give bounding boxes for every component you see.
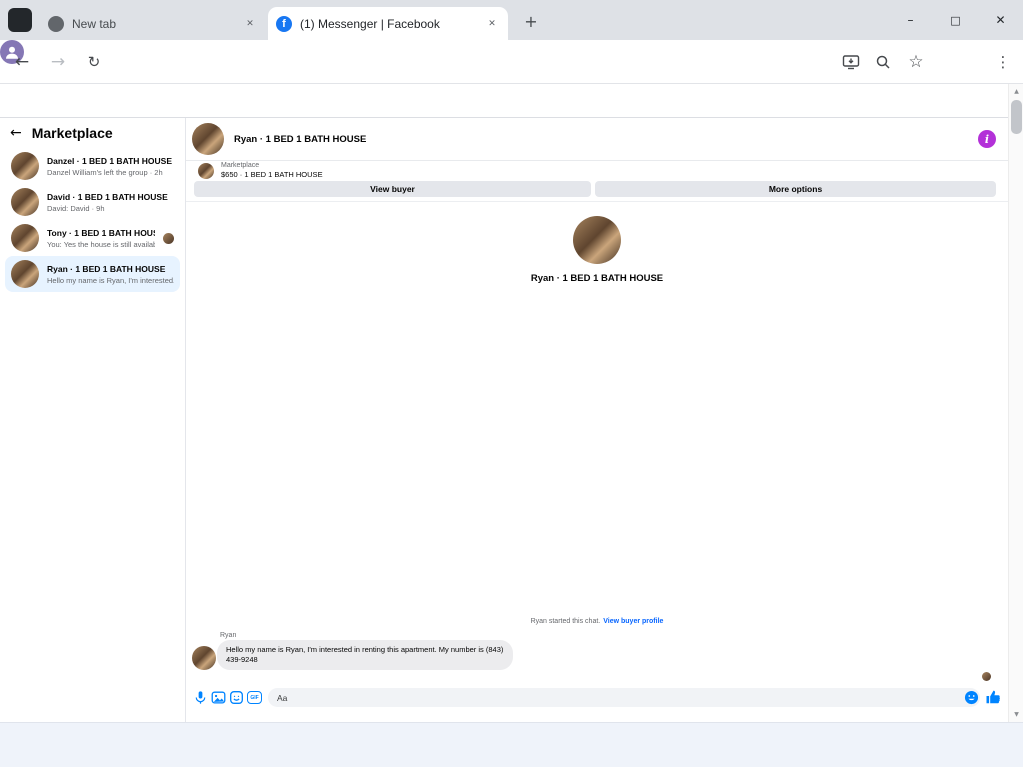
chat-name: Ryan · 1 BED 1 BATH HOUSE: [47, 263, 166, 274]
new-tab-button[interactable]: +: [520, 10, 542, 32]
scroll-up-arrow[interactable]: ▲: [1009, 84, 1023, 99]
chat-started-text: Ryan started this chat.: [530, 618, 601, 625]
composer-placeholder: Aa: [277, 692, 288, 703]
browser-tab-messenger[interactable]: f (1) Messenger | Facebook ✕: [268, 7, 508, 40]
bookmark-star-icon[interactable]: ☆: [906, 52, 926, 72]
conversation-info-icon[interactable]: i: [978, 130, 996, 148]
chat-avatar: [11, 260, 39, 288]
gif-icon[interactable]: GIF: [247, 690, 262, 705]
message-avatar: [192, 646, 216, 670]
page-scrollbar[interactable]: ▲ ▼: [1008, 84, 1023, 722]
screen: New tab ✕ f (1) Messenger | Facebook ✕ +…: [0, 0, 1023, 767]
marketplace-label: Marketplace: [221, 162, 260, 169]
sticker-icon[interactable]: [229, 690, 244, 705]
conversation-title: Ryan · 1 BED 1 BATH HOUSE: [234, 133, 367, 145]
profile-name: Ryan · 1 BED 1 BATH HOUSE: [530, 273, 664, 284]
scrollbar-thumb[interactable]: [1011, 100, 1022, 134]
view-buyer-profile-link[interactable]: View buyer profile: [603, 618, 663, 625]
tab-title: (1) Messenger | Facebook: [300, 16, 440, 31]
message-composer: GIF Aa: [186, 684, 1008, 712]
marketplace-banner: Marketplace $650 · 1 BED 1 BATH HOUSE Vi…: [186, 161, 1008, 202]
browser-menu-icon[interactable]: ⋮: [993, 52, 1013, 72]
tab-close-icon[interactable]: ✕: [484, 16, 500, 32]
thumbs-up-icon[interactable]: [985, 689, 1001, 705]
message-bubble: Hello my name is Ryan, I'm interested in…: [217, 640, 513, 670]
profile-avatar[interactable]: [573, 216, 621, 264]
chat-avatar: [11, 224, 39, 252]
voice-clip-icon[interactable]: [193, 690, 208, 705]
sidebar-header: ← Marketplace: [0, 120, 185, 146]
chat-list-item-david[interactable]: David · 1 BED 1 BATH HOUSE David: David …: [5, 184, 180, 220]
window-minimize-button[interactable]: –: [888, 0, 933, 40]
search-lens-icon[interactable]: [873, 52, 893, 72]
forward-button[interactable]: →: [46, 50, 70, 74]
browser-toolbar: ← → ↻ facebook.com/messages/t/2408287546…: [0, 40, 1023, 117]
chat-name: David · 1 BED 1 BATH HOUSE: [47, 191, 168, 202]
listing-detail: $650 · 1 BED 1 BATH HOUSE: [221, 170, 323, 179]
browser-tab-newtab[interactable]: New tab ✕: [40, 7, 266, 40]
conversation-avatar[interactable]: [192, 123, 224, 155]
default-favicon: [48, 15, 64, 32]
scroll-down-arrow[interactable]: ▼: [1009, 707, 1023, 722]
windows-taskbar: 3 Search ✂ a: [0, 722, 1023, 767]
conversation-panel: Ryan · 1 BED 1 BATH HOUSE i Marketplace …: [186, 118, 1008, 722]
chat-name: Tony · 1 BED 1 BATH HOUSE: [47, 227, 155, 238]
chat-preview: Danzel William's left the group · 2h: [47, 167, 163, 177]
chat-profile-block: Ryan · 1 BED 1 BATH HOUSE: [186, 216, 1008, 284]
window-close-button[interactable]: ✕: [978, 0, 1023, 40]
facebook-favicon: f: [276, 15, 292, 32]
chat-list: Danzel · 1 BED 1 BATH HOUSE Danzel Willi…: [0, 148, 185, 292]
back-button[interactable]: ←: [10, 50, 34, 74]
chat-avatar: [11, 152, 39, 180]
chat-list-item-ryan[interactable]: Ryan · 1 BED 1 BATH HOUSE Hello my name …: [5, 256, 180, 292]
sidebar-title: Marketplace: [31, 125, 113, 141]
browser-tab-strip: New tab ✕ f (1) Messenger | Facebook ✕ +…: [0, 0, 1023, 40]
tab-close-icon[interactable]: ✕: [242, 16, 258, 32]
message-input[interactable]: Aa: [268, 688, 980, 707]
messages-area: Ryan · 1 BED 1 BATH HOUSE Ryan started t…: [186, 202, 1008, 684]
photo-attach-icon[interactable]: [211, 690, 226, 705]
read-receipt-avatar: [163, 232, 174, 244]
listing-avatar: [198, 162, 214, 179]
window-maximize-button[interactable]: □: [933, 0, 978, 40]
more-options-button[interactable]: More options: [595, 181, 996, 197]
chat-name: Danzel · 1 BED 1 BATH HOUSE: [47, 155, 173, 166]
chat-preview: You: Yes the house is still available ..…: [47, 239, 155, 249]
marketplace-sidebar: ← Marketplace Danzel · 1 BED 1 BATH HOUS…: [0, 118, 186, 722]
view-buyer-button[interactable]: View buyer: [194, 181, 591, 197]
chat-avatar: [11, 188, 39, 216]
chat-started-row: Ryan started this chat. View buyer profil…: [186, 618, 1008, 625]
chat-preview: Hello my name is Ryan, I'm interested...…: [47, 275, 174, 285]
message-sender-label: Ryan: [220, 632, 237, 639]
reload-button[interactable]: ↻: [82, 50, 106, 74]
tab-strip-app-icon[interactable]: [8, 8, 32, 32]
install-app-icon[interactable]: [841, 52, 861, 72]
conversation-header: Ryan · 1 BED 1 BATH HOUSE i: [186, 118, 1008, 161]
back-arrow-icon[interactable]: ←: [10, 125, 22, 141]
chat-list-item-danzel[interactable]: Danzel · 1 BED 1 BATH HOUSE Danzel Willi…: [5, 148, 180, 184]
chat-list-item-tony[interactable]: Tony · 1 BED 1 BATH HOUSE You: Yes the h…: [5, 220, 180, 256]
chat-preview: David: David · 9h: [47, 203, 105, 213]
tab-title: New tab: [72, 16, 117, 31]
facebook-header: f Search Facebook 1: [0, 84, 1023, 198]
emoji-icon[interactable]: [964, 690, 979, 705]
seen-receipt-avatar: [982, 672, 991, 681]
